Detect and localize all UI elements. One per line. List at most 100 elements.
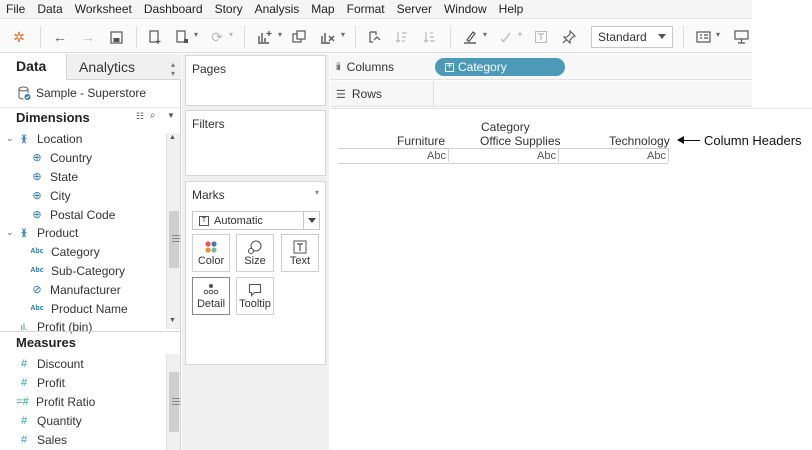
field-profit[interactable]: # Profit: [18, 373, 65, 392]
field-postal-code[interactable]: ⊕ Postal Code: [31, 205, 115, 224]
cell-technology[interactable]: Abc: [647, 150, 666, 162]
menu-help[interactable]: Help: [499, 2, 524, 16]
field-product-name[interactable]: Abc Product Name: [30, 299, 127, 318]
field-category[interactable]: Abc Category: [30, 242, 99, 261]
pages-card-title: Pages: [192, 62, 227, 76]
tab-data[interactable]: Data: [0, 54, 66, 80]
highlight-icon[interactable]: [460, 27, 480, 47]
column-header-office-supplies[interactable]: Office Supplies: [480, 134, 561, 148]
field-location[interactable]: ᚕ Location: [18, 129, 82, 148]
field-country[interactable]: ⊕ Country: [31, 148, 92, 167]
chevron-down-icon[interactable]: ▾: [194, 30, 198, 39]
redo-icon[interactable]: →: [78, 27, 98, 47]
chevron-down-icon[interactable]: ▾: [341, 30, 345, 39]
menu-format[interactable]: Format: [347, 2, 385, 16]
marks-card: Marks ▾ T Automatic Color Size Text Deta…: [185, 181, 326, 365]
chevron-down-icon[interactable]: [303, 212, 319, 229]
blank-margin: [752, 0, 812, 54]
field-header-category[interactable]: Category: [481, 120, 530, 134]
view-as-list-icon[interactable]: ☷: [136, 111, 144, 122]
column-header-technology[interactable]: Technology: [609, 134, 670, 148]
size-button[interactable]: Size: [236, 234, 274, 272]
toolbar-separator: [450, 26, 451, 48]
sort-ascending-icon[interactable]: [392, 27, 412, 47]
pill-category[interactable]: + Category: [435, 58, 565, 76]
field-sub-category[interactable]: Abc Sub-Category: [30, 261, 125, 280]
chevron-down-icon[interactable]: ▼: [167, 111, 175, 120]
refresh-icon[interactable]: ⟳: [207, 27, 227, 47]
mark-type-value: Automatic: [214, 214, 263, 227]
dimensions-scrollbar[interactable]: ▲ ▼: [166, 133, 180, 329]
field-discount[interactable]: # Discount: [18, 354, 84, 373]
cell-office-supplies[interactable]: Abc: [537, 150, 556, 162]
measures-scrollbar[interactable]: [166, 354, 180, 450]
new-datasource-icon[interactable]: [145, 27, 165, 47]
cell-divider: [558, 148, 559, 162]
chevron-down-icon[interactable]: ▾: [278, 30, 282, 39]
field-city[interactable]: ⊕ City: [31, 186, 70, 205]
field-profit-bin[interactable]: ıl. Profit (bin): [18, 317, 92, 336]
menu-window[interactable]: Window: [444, 2, 487, 16]
show-cards-icon[interactable]: [694, 27, 714, 47]
duplicate-sheet-icon[interactable]: [289, 27, 309, 47]
viz-canvas[interactable]: Category Furniture Office Supplies Techn…: [330, 108, 812, 450]
pin-icon[interactable]: [559, 27, 579, 47]
detail-button[interactable]: Detail: [192, 277, 230, 315]
menu-server[interactable]: Server: [397, 2, 432, 16]
presentation-mode-icon[interactable]: [731, 27, 751, 47]
chevron-down-icon[interactable]: ▾: [315, 188, 319, 197]
text-button[interactable]: Text: [281, 234, 319, 272]
field-label: Postal Code: [50, 207, 116, 222]
field-manufacturer[interactable]: ⊘ Manufacturer: [31, 280, 120, 299]
save-icon[interactable]: [106, 27, 126, 47]
menu-dashboard[interactable]: Dashboard: [144, 2, 203, 16]
tab-analytics[interactable]: Analytics ▴ ▾: [66, 54, 181, 80]
pause-updates-icon[interactable]: [172, 27, 192, 47]
field-product[interactable]: ᚕ Product: [18, 223, 78, 242]
sort-descending-icon[interactable]: [420, 27, 440, 47]
menu-analysis[interactable]: Analysis: [255, 2, 300, 16]
rows-shelf[interactable]: ☰ Rows: [330, 81, 752, 107]
search-icon[interactable]: ⌕: [150, 110, 156, 121]
filters-card[interactable]: Filters: [185, 110, 326, 176]
scroll-thumb[interactable]: [169, 372, 180, 432]
mark-type-select[interactable]: T Automatic: [192, 211, 320, 230]
column-header-furniture[interactable]: Furniture: [397, 134, 445, 148]
tableau-logo-icon[interactable]: ✲: [9, 27, 29, 47]
menu-file[interactable]: File: [6, 2, 25, 16]
tooltip-button[interactable]: Tooltip: [236, 277, 274, 315]
clear-sheet-icon[interactable]: [317, 27, 337, 47]
menu-data[interactable]: Data: [37, 2, 62, 16]
chevron-down-icon[interactable]: ▾: [716, 30, 720, 39]
scroll-thumb[interactable]: [169, 211, 180, 268]
cell-furniture[interactable]: Abc: [427, 150, 446, 162]
menu-story[interactable]: Story: [215, 2, 243, 16]
chevron-down-icon[interactable]: ⌄: [6, 133, 14, 144]
chevron-down-icon[interactable]: ▾: [483, 30, 487, 39]
chevron-down-icon[interactable]: ▾: [229, 30, 233, 39]
color-button[interactable]: Color: [192, 234, 230, 272]
show-labels-icon[interactable]: [531, 27, 551, 47]
field-quantity[interactable]: # Quantity: [18, 411, 82, 430]
field-sales[interactable]: # Sales: [18, 430, 67, 449]
chevron-down-icon[interactable]: ▾: [518, 30, 522, 39]
new-worksheet-icon[interactable]: [254, 27, 274, 47]
menu-map[interactable]: Map: [311, 2, 334, 16]
chevron-up-down-icon[interactable]: ▴ ▾: [171, 60, 175, 78]
menu-bar: File Data Worksheet Dashboard Story Anal…: [0, 0, 752, 19]
fit-select[interactable]: Standard: [591, 26, 673, 48]
columns-shelf[interactable]: iii Columns + Category: [330, 54, 752, 80]
group-members-icon[interactable]: [496, 27, 516, 47]
scroll-up-icon[interactable]: ▲: [169, 134, 176, 141]
field-profit-ratio[interactable]: =# Profit Ratio: [15, 392, 95, 411]
swap-icon[interactable]: [364, 27, 384, 47]
undo-icon[interactable]: ←: [50, 27, 70, 47]
chevron-down-icon[interactable]: ⌄: [6, 227, 14, 238]
rows-icon: ☰: [336, 88, 346, 101]
pages-card[interactable]: Pages: [185, 55, 326, 106]
scroll-down-icon[interactable]: ▼: [169, 317, 176, 324]
menu-worksheet[interactable]: Worksheet: [75, 2, 132, 16]
expand-plus-icon[interactable]: +: [445, 62, 454, 72]
datasource-item[interactable]: Sample - Superstore: [18, 84, 178, 102]
field-state[interactable]: ⊕ State: [31, 167, 78, 186]
